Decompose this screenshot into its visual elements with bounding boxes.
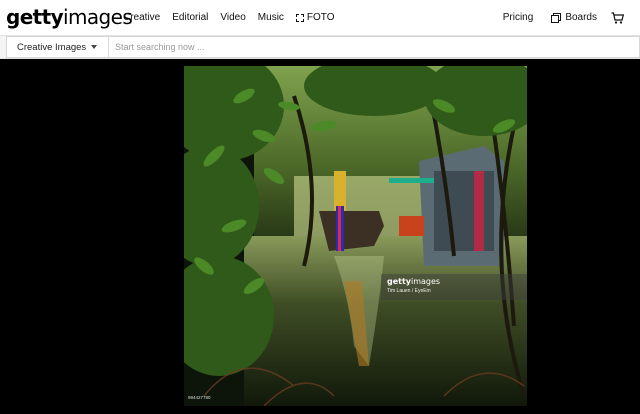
search-type-label: Creative Images [17, 41, 87, 53]
chevron-down-icon [91, 45, 98, 49]
nav-foto[interactable]: FOTO [295, 12, 335, 23]
account-nav: Pricing Boards [503, 0, 624, 35]
watermark-logo-images: images [411, 277, 441, 286]
photo-credit: Tim Lauen / EyeEm [387, 288, 431, 294]
logo-images: images [63, 5, 133, 29]
nav-video[interactable]: Video [220, 12, 245, 23]
search-input[interactable] [108, 36, 640, 58]
pricing-link[interactable]: Pricing [503, 12, 534, 23]
top-navigation-bar: gettyimages Creative Editorial Video Mus… [0, 0, 640, 35]
boards-icon [551, 12, 562, 23]
search-bar: Creative Images [0, 35, 640, 59]
nav-editorial[interactable]: Editorial [172, 12, 208, 23]
gettyimages-logo[interactable]: gettyimages [6, 5, 133, 29]
foto-icon [295, 13, 304, 22]
cart-icon[interactable] [611, 11, 624, 24]
search-type-dropdown[interactable]: Creative Images [6, 36, 108, 58]
boards-label: Boards [565, 12, 597, 23]
watermark-logo: gettyimages [387, 277, 440, 286]
nav-music[interactable]: Music [258, 12, 284, 23]
photo-mangrove-boats[interactable]: gettyimages Tim Lauen / EyeEm 984427780 [184, 66, 527, 406]
nav-foto-label: FOTO [306, 12, 335, 23]
main-nav: Creative Editorial Video Music FOTO [123, 0, 347, 35]
photo-illustration [184, 66, 527, 406]
image-id: 984427780 [188, 395, 211, 400]
image-viewer: gettyimages Tim Lauen / EyeEm 984427780 [0, 60, 640, 414]
logo-getty: getty [6, 5, 64, 29]
getty-watermark: gettyimages Tim Lauen / EyeEm [381, 274, 527, 300]
boards-link[interactable]: Boards [551, 12, 597, 23]
watermark-logo-getty: getty [387, 277, 412, 286]
nav-creative[interactable]: Creative [123, 12, 160, 23]
